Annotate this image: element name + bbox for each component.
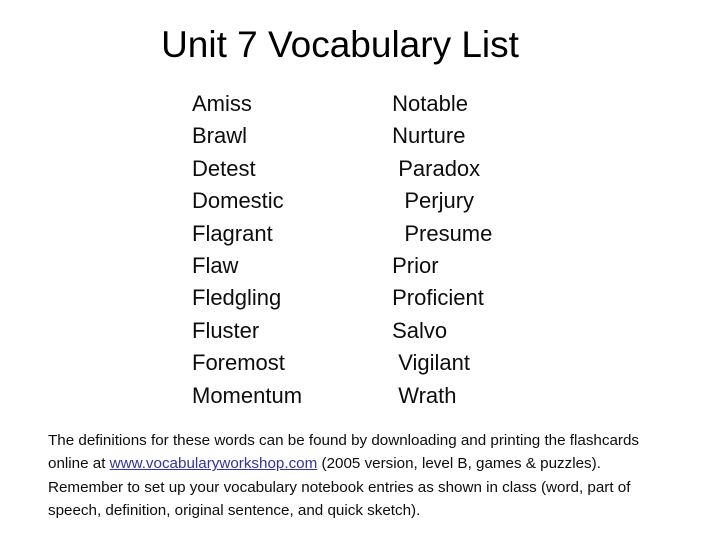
vocab-row: Detest Paradox	[192, 153, 612, 185]
vocab-word-right: Paradox	[386, 155, 481, 181]
vocab-row: Amiss Notable	[192, 88, 612, 120]
slide-canvas: Unit 7 Vocabulary List Amiss Notable Bra…	[0, 0, 720, 540]
vocab-row: Fluster Salvo	[192, 315, 612, 347]
vocab-word-right: Vigilant	[386, 350, 470, 376]
vocab-word-right: Perjury	[386, 188, 475, 214]
vocab-row: Domestic Perjury	[192, 185, 612, 217]
vocab-row: Flaw Prior	[192, 250, 612, 282]
vocab-word-left: Brawl	[192, 123, 248, 149]
vocab-word-right: Nurture	[386, 123, 466, 149]
vocab-word-right: Proficient	[386, 285, 484, 311]
vocabulary-list: Amiss Notable Brawl Nurture Detest Parad…	[192, 88, 612, 412]
vocab-word-right: Presume	[386, 220, 493, 246]
vocab-row: Foremost Vigilant	[192, 347, 612, 379]
vocab-word-left: Detest	[192, 155, 256, 181]
instructions-paragraph: The definitions for these words can be f…	[48, 429, 662, 523]
vocab-word-right: Prior	[386, 252, 439, 278]
vocab-word-left: Flagrant	[192, 220, 273, 246]
vocab-word-left: Flaw	[192, 252, 239, 278]
vocab-word-left: Fledgling	[192, 285, 282, 311]
vocab-word-right: Wrath	[386, 382, 457, 408]
vocab-word-left: Momentum	[192, 382, 303, 408]
vocabulary-workshop-link[interactable]: www.vocabularyworkshop.com	[110, 455, 318, 472]
vocab-word-left: Foremost	[192, 350, 285, 376]
vocab-row: Flagrant Presume	[192, 218, 612, 250]
vocab-word-right: Notable	[386, 91, 468, 116]
vocab-word-left: Domestic	[192, 188, 284, 214]
page-title: Unit 7 Vocabulary List	[161, 24, 519, 65]
vocab-row: Fledgling Proficient	[192, 282, 612, 314]
vocab-word-left: Fluster	[192, 317, 260, 343]
vocab-row: Momentum Wrath	[192, 380, 612, 412]
vocab-word-left: Amiss	[192, 91, 252, 116]
vocab-word-right: Salvo	[386, 317, 448, 343]
vocab-row: Brawl Nurture	[192, 120, 612, 152]
